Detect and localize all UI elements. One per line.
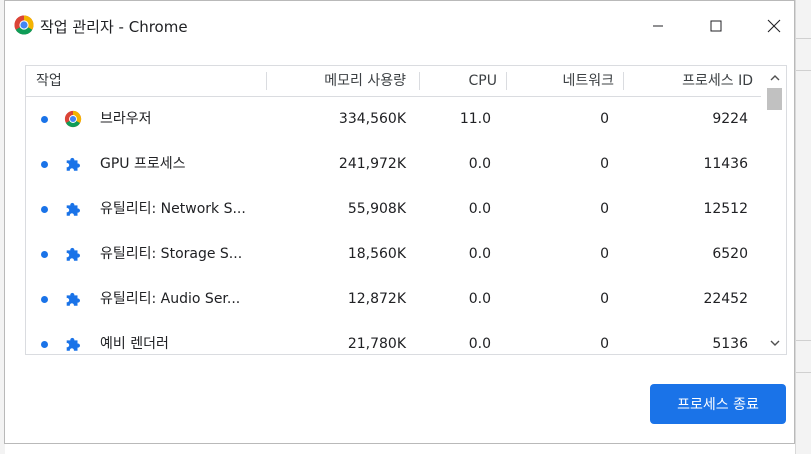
column-header-memory[interactable]: 메모리 사용량 [266, 66, 406, 96]
task-manager-window: 작업 관리자 - Chrome 작업 메모리 사용량 CPU 네트워크 프로세스… [4, 0, 795, 444]
table-header: 작업 메모리 사용량 CPU 네트워크 프로세스 ID [26, 66, 761, 97]
task-name: GPU 프로세스 [100, 156, 186, 172]
column-header-task[interactable]: 작업 [36, 66, 62, 96]
background-window-right [795, 0, 811, 454]
row-bullet [41, 251, 48, 258]
row-bullet [41, 116, 48, 123]
chrome-icon [64, 110, 82, 128]
close-icon [767, 19, 781, 33]
pid-value: 9224 [712, 111, 748, 127]
table-row[interactable]: 유틸리티: Storage S... 18,560K 0.0 0 6520 [26, 232, 763, 277]
column-divider[interactable] [623, 72, 624, 90]
table-row[interactable]: 예비 렌더러 21,780K 0.0 0 5136 [26, 322, 763, 354]
table-row[interactable]: 유틸리티: Network S... 55,908K 0.0 0 12512 [26, 187, 763, 232]
network-value: 0 [600, 201, 609, 217]
network-value: 0 [600, 336, 609, 352]
pid-value: 6520 [712, 246, 748, 262]
column-header-network[interactable]: 네트워크 [506, 66, 614, 96]
process-table: 작업 메모리 사용량 CPU 네트워크 프로세스 ID 브라우저 334,560… [25, 65, 787, 355]
row-bullet [41, 161, 48, 168]
puzzle-icon [66, 157, 80, 171]
memory-value: 55,908K [347, 201, 406, 217]
scroll-thumb[interactable] [767, 88, 782, 110]
puzzle-icon [66, 292, 80, 306]
network-value: 0 [600, 156, 609, 172]
task-name: 유틸리티: Audio Ser... [100, 291, 241, 307]
pid-value: 12512 [703, 201, 748, 217]
table-row[interactable]: GPU 프로세스 241,972K 0.0 0 11436 [26, 142, 763, 187]
cpu-value: 0.0 [468, 201, 491, 217]
chevron-down-icon [770, 340, 779, 346]
network-value: 0 [600, 111, 609, 127]
minimize-button[interactable] [635, 1, 681, 51]
network-value: 0 [600, 246, 609, 262]
row-bullet [41, 206, 48, 213]
cpu-value: 0.0 [468, 336, 491, 352]
end-process-button[interactable]: 프로세스 종료 [650, 384, 786, 424]
memory-value: 18,560K [347, 246, 406, 262]
column-header-pid[interactable]: 프로세스 ID [626, 66, 753, 96]
task-name: 유틸리티: Storage S... [100, 246, 243, 262]
memory-value: 241,972K [338, 156, 406, 172]
memory-value: 12,872K [347, 291, 406, 307]
close-button[interactable] [751, 1, 797, 51]
task-name: 브라우저 [100, 111, 152, 127]
row-bullet [41, 341, 48, 348]
pid-value: 11436 [703, 156, 748, 172]
chrome-icon [14, 15, 34, 35]
memory-value: 21,780K [347, 336, 406, 352]
pid-value: 22452 [703, 291, 748, 307]
table-row[interactable]: 브라우저 334,560K 11.0 0 9224 [26, 97, 763, 142]
chevron-up-icon [770, 75, 779, 81]
cpu-value: 0.0 [468, 291, 491, 307]
task-name: 예비 렌더러 [100, 336, 169, 352]
puzzle-icon [66, 247, 80, 261]
table-row[interactable]: 유틸리티: Audio Ser... 12,872K 0.0 0 22452 [26, 277, 763, 322]
cpu-value: 0.0 [468, 246, 491, 262]
cpu-value: 0.0 [468, 156, 491, 172]
network-value: 0 [600, 291, 609, 307]
maximize-button[interactable] [693, 1, 739, 51]
vertical-scrollbar[interactable] [763, 66, 786, 354]
task-name: 유틸리티: Network S... [100, 201, 246, 217]
table-body: 브라우저 334,560K 11.0 0 9224 GPU 프로세스 241,9… [26, 97, 763, 354]
cpu-value: 11.0 [459, 111, 491, 127]
window-title: 작업 관리자 - Chrome [40, 18, 188, 36]
memory-value: 334,560K [338, 111, 406, 127]
puzzle-icon [66, 202, 80, 216]
minimize-icon [653, 25, 663, 27]
title-bar: 작업 관리자 - Chrome [5, 1, 794, 51]
puzzle-icon [66, 337, 80, 351]
row-bullet [41, 296, 48, 303]
pid-value: 5136 [712, 336, 748, 352]
column-header-cpu[interactable]: CPU [419, 66, 497, 96]
scroll-down-button[interactable] [767, 336, 782, 350]
scroll-up-button[interactable] [767, 71, 782, 85]
maximize-icon [710, 20, 722, 32]
